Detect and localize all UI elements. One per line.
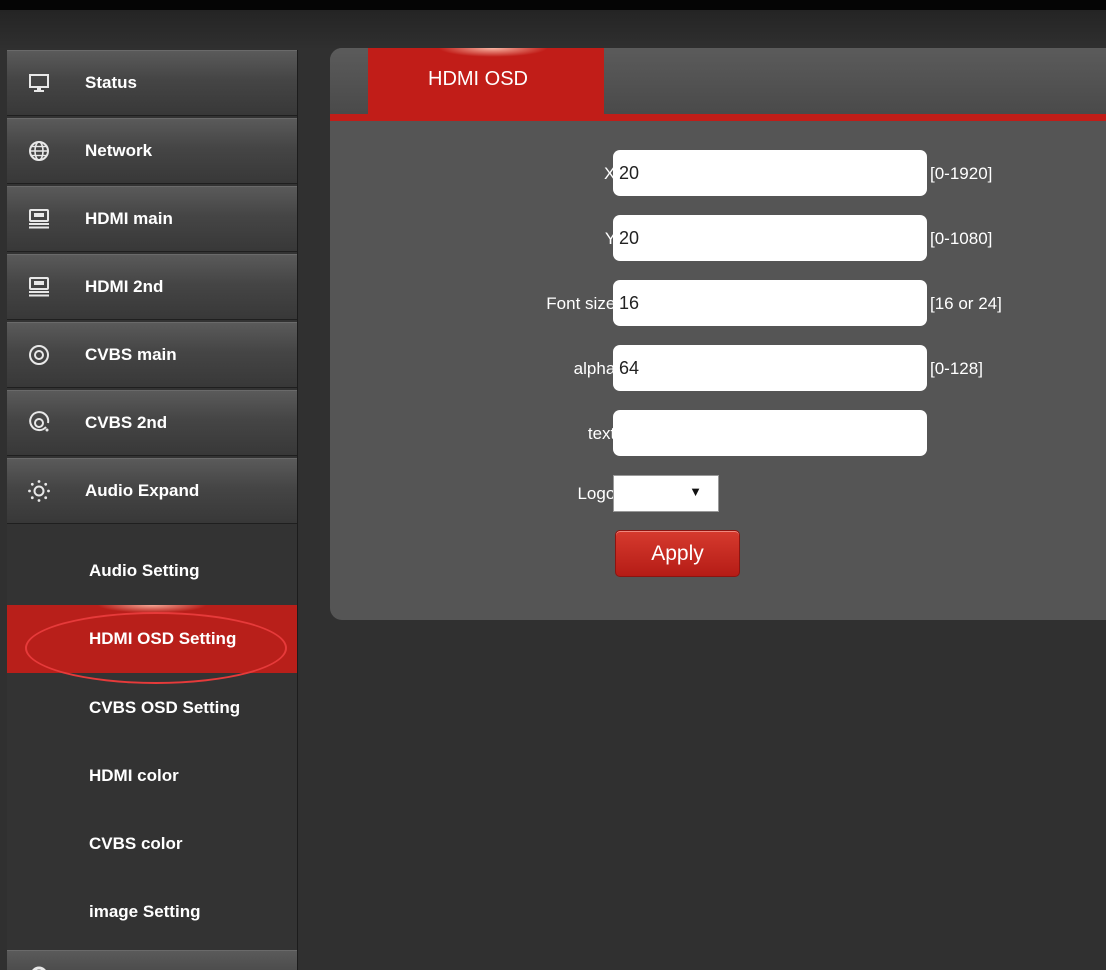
sidebar-item-status[interactable]: Status [7,50,297,116]
content-panel: HDMI OSD X: [0-1920] Y: [0-1080] Font si… [330,48,1106,620]
submenu-item-label: image Setting [89,902,201,921]
sidebar-item-label: Network [85,141,153,160]
sidebar-item-label: CVBS 2nd [85,413,168,432]
sidebar-item-partial[interactable] [7,950,297,970]
sidebar-item-network[interactable]: Network [7,118,297,184]
sidebar-item-label: HDMI main [85,209,173,228]
gear-icon [27,479,51,503]
globe-icon [27,139,51,163]
tab-label: HDMI OSD [428,68,528,90]
submenu-item-cvbs-osd-setting[interactable]: CVBS OSD Setting [7,674,297,742]
submenu-item-image-setting[interactable]: image Setting [7,878,297,946]
submenu-item-audio-setting[interactable]: Audio Setting [7,537,297,605]
apply-button[interactable]: Apply [615,530,740,577]
hdmi-icon [27,207,51,231]
sidebar-item-cvbs-main[interactable]: CVBS main [7,322,297,388]
submenu-item-label: HDMI color [89,766,179,785]
sidebar-item-label: Audio Expand [85,481,200,500]
submenu-item-hdmi-osd-setting[interactable]: HDMI OSD Setting [7,605,297,684]
font-size-range: [16 or 24] [930,294,1002,313]
submenu-item-label: CVBS OSD Setting [89,698,241,717]
monitor-icon [27,71,51,95]
cvbs-icon [27,343,51,367]
submenu-item-hdmi-color[interactable]: HDMI color [7,742,297,810]
sidebar-item-hdmi-main[interactable]: HDMI main [7,186,297,252]
sidebar-item-audio-expand[interactable]: Audio Expand [7,458,297,524]
sidebar: Status Network HDMI main HDMI 2nd CVBS m… [7,50,298,970]
submenu-item-label: Audio Setting [89,561,200,580]
tab-underline [330,114,1106,121]
y-range: [0-1080] [930,229,993,248]
sidebar-item-label: Status [85,73,137,92]
sidebar-item-label: HDMI 2nd [85,277,164,296]
sidebar-item-label: CVBS main [85,345,177,364]
sidebar-item-cvbs-2nd[interactable]: CVBS 2nd [7,390,297,456]
y-input[interactable] [613,215,927,261]
alpha-range: [0-128] [930,359,983,378]
x-range: [0-1920] [930,164,993,183]
top-bar [0,0,1106,10]
alpha-input[interactable] [613,345,927,391]
cvbs-icon [27,411,51,435]
x-input[interactable] [613,150,927,196]
tab-hdmi-osd[interactable]: HDMI OSD [368,48,604,114]
logo-select[interactable]: ▼ [613,475,719,512]
dropdown-arrow-icon: ▼ [689,484,702,499]
settings-icon [27,961,51,970]
sidebar-item-hdmi-2nd[interactable]: HDMI 2nd [7,254,297,320]
submenu-item-label: CVBS color [89,834,183,853]
text-input[interactable] [613,410,927,456]
font-size-input[interactable] [613,280,927,326]
hdmi-icon [27,275,51,299]
font-size-label: Font size: [546,294,620,313]
submenu-item-cvbs-color[interactable]: CVBS color [7,810,297,878]
top-shade [0,10,1106,50]
